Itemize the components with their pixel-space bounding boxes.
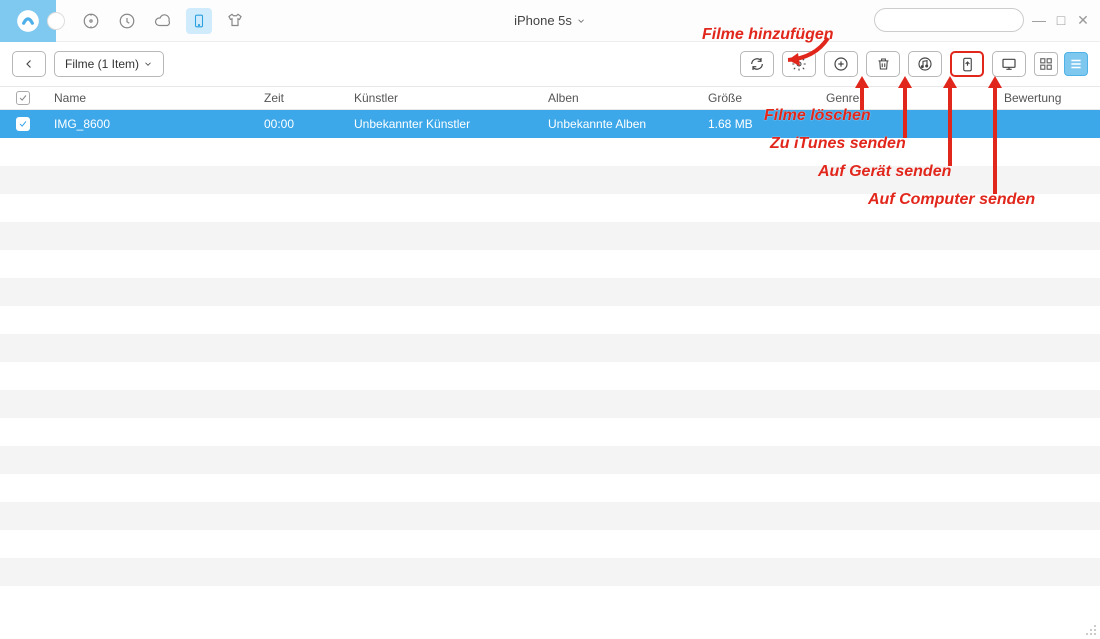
annotation-itunes: Zu iTunes senden: [770, 135, 906, 153]
annotation-device: Auf Gerät senden: [818, 163, 951, 181]
empty-row: [0, 474, 1100, 502]
table-body: IMG_8600 00:00 Unbekannter Künstler Unbe…: [0, 110, 1100, 614]
list-icon: [1069, 57, 1083, 71]
row-checkbox[interactable]: [16, 117, 30, 131]
table-header: Name Zeit Künstler Alben Größe Genre Bew…: [0, 86, 1100, 110]
list-view-button[interactable]: [1064, 52, 1088, 76]
chevron-down-icon: [576, 16, 586, 26]
trash-icon: [876, 56, 891, 72]
empty-row: [0, 222, 1100, 250]
cloud-tab-icon[interactable]: [150, 8, 176, 34]
filter-dropdown[interactable]: Filme (1 Item): [54, 51, 164, 77]
clock-tab-icon[interactable]: [114, 8, 140, 34]
cell-time: 00:00: [264, 117, 354, 131]
delete-button[interactable]: [866, 51, 900, 77]
maximize-button[interactable]: □: [1054, 12, 1068, 28]
send-device-button[interactable]: [950, 51, 984, 77]
empty-row: [0, 558, 1100, 586]
empty-row: [0, 334, 1100, 362]
empty-row: [0, 250, 1100, 278]
col-album[interactable]: Alben: [548, 91, 708, 105]
empty-row: [0, 446, 1100, 474]
search-input[interactable]: [874, 8, 1024, 32]
send-computer-button[interactable]: [992, 51, 1026, 77]
chevron-down-icon: [143, 59, 153, 69]
refresh-icon: [749, 56, 765, 72]
col-artist[interactable]: Künstler: [354, 91, 548, 105]
chevron-left-icon: [23, 58, 35, 70]
empty-row: [0, 418, 1100, 446]
col-size[interactable]: Größe: [708, 91, 826, 105]
empty-row: [0, 306, 1100, 334]
empty-row: [0, 278, 1100, 306]
cell-name: IMG_8600: [46, 117, 264, 131]
arrow-device: [940, 76, 960, 166]
cell-album: Unbekannte Alben: [548, 117, 708, 131]
grid-icon: [1039, 57, 1053, 71]
empty-row: [0, 502, 1100, 530]
empty-row: [0, 138, 1100, 166]
resize-grip[interactable]: [1085, 624, 1097, 636]
empty-row: [0, 530, 1100, 558]
arrow-delete: [852, 76, 872, 110]
logo-icon: [15, 8, 41, 34]
music-tab-icon[interactable]: [78, 8, 104, 34]
arrow-add: [770, 36, 830, 66]
table-row[interactable]: IMG_8600 00:00 Unbekannter Künstler Unbe…: [0, 110, 1100, 138]
col-name[interactable]: Name: [46, 91, 264, 105]
cell-artist: Unbekannter Künstler: [354, 117, 548, 131]
top-nav-icons: [78, 8, 248, 34]
select-all-checkbox[interactable]: [16, 91, 30, 105]
col-rating[interactable]: Bewertung: [1000, 91, 1100, 105]
empty-row: [0, 362, 1100, 390]
send-itunes-button[interactable]: [908, 51, 942, 77]
device-tab-icon[interactable]: [186, 8, 212, 34]
grid-view-button[interactable]: [1034, 52, 1058, 76]
itunes-icon: [917, 56, 933, 72]
device-name-label: iPhone 5s: [514, 13, 572, 28]
toolbar: Filme (1 Item): [0, 42, 1100, 86]
app-logo: [0, 0, 56, 42]
search-wrap: [874, 8, 1024, 32]
filter-label: Filme (1 Item): [65, 57, 139, 71]
annotation-computer: Auf Computer senden: [868, 191, 1035, 209]
col-time[interactable]: Zeit: [264, 91, 354, 105]
device-title[interactable]: iPhone 5s: [514, 13, 586, 28]
back-button[interactable]: [12, 51, 46, 77]
title-bar: iPhone 5s — □ ✕: [0, 0, 1100, 42]
to-computer-icon: [1000, 56, 1018, 72]
to-device-icon: [960, 56, 975, 73]
empty-row: [0, 390, 1100, 418]
refresh-button[interactable]: [740, 51, 774, 77]
plus-circle-icon: [833, 56, 849, 72]
close-button[interactable]: ✕: [1076, 12, 1090, 29]
minimize-button[interactable]: —: [1032, 12, 1046, 28]
view-toggle: [1034, 52, 1088, 76]
arrow-computer: [985, 76, 1005, 194]
shirt-tab-icon[interactable]: [222, 8, 248, 34]
arrow-itunes: [895, 76, 915, 138]
empty-row: [0, 586, 1100, 614]
